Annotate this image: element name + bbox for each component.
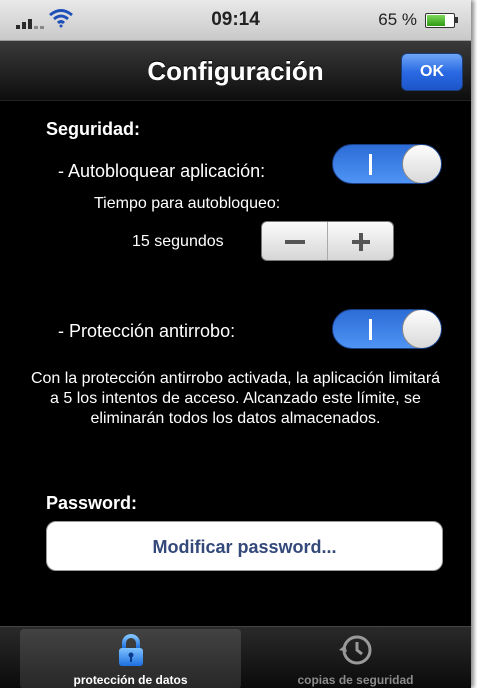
toggle-on-mark bbox=[369, 319, 372, 340]
autolock-time-stepper bbox=[261, 221, 394, 261]
decrement-button[interactable] bbox=[262, 222, 327, 260]
minus-icon bbox=[285, 240, 305, 244]
modify-password-button[interactable]: Modificar password... bbox=[46, 521, 443, 571]
phone-screen: 09:14 65 % Configuración OK Seguridad: -… bbox=[0, 0, 471, 688]
status-bar: 09:14 65 % bbox=[0, 0, 471, 41]
tab-backups[interactable]: copias de seguridad bbox=[245, 629, 466, 688]
increment-button[interactable] bbox=[327, 222, 393, 260]
antitheft-toggle[interactable] bbox=[332, 309, 442, 349]
autolock-time-value: 15 segundos bbox=[132, 233, 224, 250]
toggle-knob bbox=[402, 145, 441, 183]
autolock-toggle[interactable] bbox=[332, 144, 442, 184]
navigation-bar: Configuración OK bbox=[0, 41, 471, 101]
autolock-label: - Autobloquear aplicación: bbox=[58, 161, 266, 181]
history-clock-icon bbox=[338, 635, 371, 665]
security-heading: Seguridad: bbox=[46, 119, 141, 139]
antitheft-info-text: Con la protección antirrobo activada, la… bbox=[30, 370, 441, 427]
antitheft-label: - Protección antirrobo: bbox=[58, 321, 236, 341]
tab-label: copias de seguridad bbox=[297, 673, 414, 687]
settings-content: Seguridad: - Autobloquear aplicación: Ti… bbox=[0, 101, 471, 626]
tab-label: protección de datos bbox=[73, 673, 188, 687]
password-heading: Password: bbox=[46, 493, 138, 513]
battery-icon bbox=[425, 13, 458, 28]
lock-icon bbox=[118, 634, 143, 666]
autolock-time-label: Tiempo para autobloqueo: bbox=[94, 195, 281, 212]
toggle-knob bbox=[402, 310, 441, 348]
ok-button[interactable]: OK bbox=[401, 53, 463, 91]
tab-data-protection[interactable]: protección de datos bbox=[20, 629, 241, 688]
toggle-on-mark bbox=[369, 154, 372, 175]
tab-bar: protección de datos copias de seguridad bbox=[0, 626, 471, 688]
battery-percent: 65 % bbox=[378, 10, 417, 29]
